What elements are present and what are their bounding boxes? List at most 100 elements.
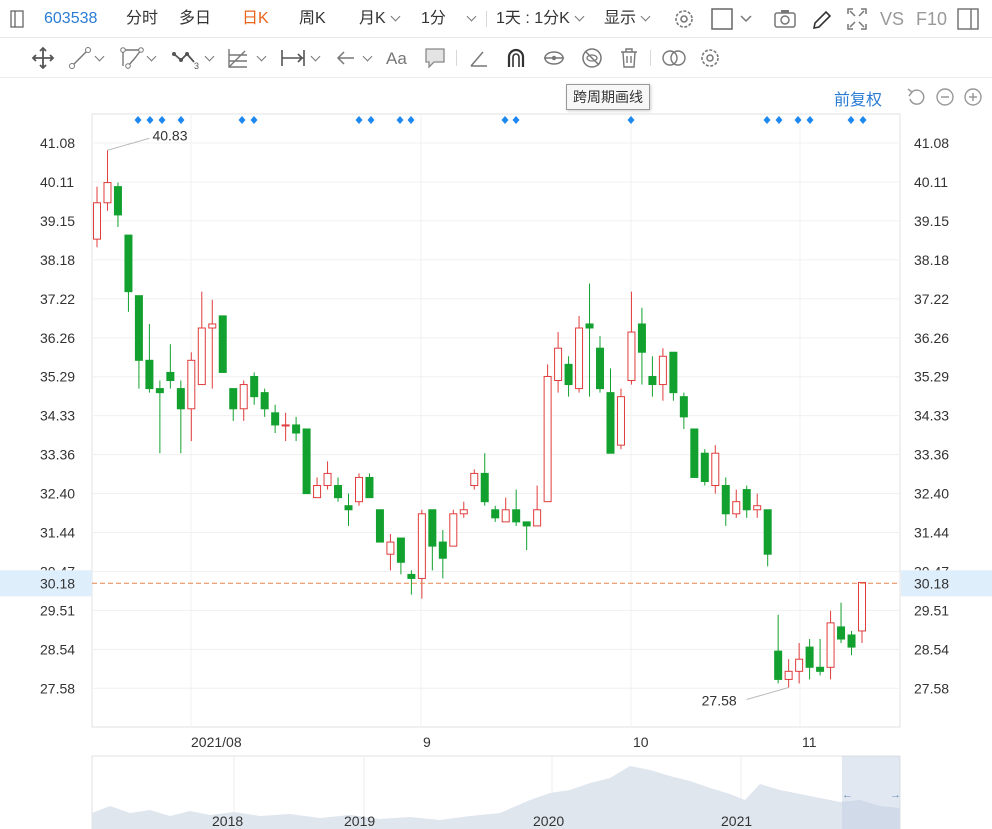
text-tool-icon[interactable]: Aa bbox=[386, 46, 412, 70]
y-tick-label: 32.40 bbox=[40, 486, 75, 502]
move-arrows-icon[interactable] bbox=[30, 46, 56, 70]
candle-body-down bbox=[763, 509, 772, 555]
candle-body-down bbox=[564, 363, 573, 386]
period-dropdown[interactable]: 1天 : 1分K bbox=[496, 0, 585, 38]
hide-drawings-icon[interactable] bbox=[580, 46, 604, 70]
drawing-toolbar: 3 Aa bbox=[0, 38, 992, 78]
candle-body-down bbox=[606, 392, 615, 454]
display-label: 显示 bbox=[604, 10, 637, 27]
range-navigator[interactable]: ← → 2018 2019 2020 2021 bbox=[91, 755, 901, 829]
candle-body-down bbox=[679, 396, 688, 418]
camera-icon[interactable] bbox=[773, 0, 797, 38]
candle-body-up bbox=[354, 476, 363, 503]
candle-body-up bbox=[753, 505, 762, 511]
candle-body-up bbox=[501, 509, 510, 523]
candle-body-down bbox=[218, 315, 227, 373]
candle-body-down bbox=[837, 626, 846, 640]
tab-daily-k[interactable]: 日K bbox=[242, 0, 269, 38]
navigator-year-label: 2020 bbox=[533, 813, 564, 829]
cross-period-icon[interactable] bbox=[542, 46, 566, 70]
y-tick-label: 27.58 bbox=[914, 680, 949, 696]
tab-1min-dropdown[interactable]: 1分 bbox=[421, 0, 477, 38]
chevron-down-icon bbox=[574, 11, 585, 22]
tab-multi-day[interactable]: 多日 bbox=[179, 0, 211, 38]
candle-body-up bbox=[281, 424, 290, 427]
zoom-in-icon[interactable] bbox=[962, 86, 984, 113]
link-circles-icon[interactable] bbox=[660, 46, 688, 70]
x-tick-label: 10 bbox=[633, 734, 649, 750]
pencil-icon[interactable] bbox=[810, 0, 832, 38]
checkbox-dropdown[interactable] bbox=[711, 0, 757, 38]
min-price-label: 27.58 bbox=[702, 692, 737, 708]
magnet-icon[interactable] bbox=[504, 46, 528, 70]
zoom-out-icon[interactable] bbox=[934, 86, 956, 113]
drawing-settings-gear-icon[interactable] bbox=[698, 46, 722, 70]
stock-code[interactable]: 603538 bbox=[44, 0, 97, 38]
channel-tool-icon[interactable] bbox=[120, 46, 160, 70]
fullscreen-icon[interactable] bbox=[846, 0, 868, 38]
arrow-tool-icon[interactable] bbox=[334, 46, 376, 70]
y-tick-label: 28.54 bbox=[914, 641, 949, 657]
y-tick-label: 31.44 bbox=[914, 525, 949, 541]
tab-1min-label: 1分 bbox=[421, 10, 446, 27]
y-tick-label: 28.54 bbox=[40, 641, 75, 657]
f10-button[interactable]: F10 bbox=[916, 0, 947, 38]
sidebar-toggle-icon[interactable] bbox=[10, 0, 24, 38]
trash-icon[interactable] bbox=[618, 46, 640, 70]
y-tick-label: 33.36 bbox=[40, 447, 75, 463]
display-dropdown[interactable]: 显示 bbox=[604, 0, 651, 38]
candle-body-up bbox=[449, 513, 458, 547]
y-tick-label: 34.33 bbox=[40, 408, 75, 424]
tab-intraday[interactable]: 分时 bbox=[126, 0, 158, 38]
chart-background bbox=[0, 78, 992, 829]
x-tick-label: 2021/08 bbox=[191, 734, 242, 750]
y-tick-label: 38.18 bbox=[40, 252, 75, 268]
range-measure-icon[interactable] bbox=[280, 46, 322, 70]
period-label: 1天 : 1分K bbox=[496, 10, 570, 27]
settings-gear-icon[interactable] bbox=[673, 0, 695, 38]
angle-tool-icon[interactable] bbox=[468, 46, 490, 70]
candle-body-down bbox=[690, 428, 699, 478]
line-tool-icon[interactable] bbox=[68, 46, 108, 70]
candle-body-down bbox=[491, 509, 500, 519]
y-tick-label: 37.22 bbox=[40, 291, 75, 307]
comment-icon[interactable] bbox=[424, 46, 446, 70]
candle-body-down bbox=[302, 428, 311, 495]
chevron-down-icon bbox=[390, 11, 401, 22]
candle-body-down bbox=[637, 323, 646, 353]
tab-monthly-k-dropdown[interactable]: 月K bbox=[359, 0, 401, 38]
chevron-down-icon bbox=[362, 51, 373, 62]
candle-body-up bbox=[103, 182, 112, 204]
x-tick-label: 11 bbox=[802, 734, 817, 750]
candle-body-up bbox=[239, 384, 248, 410]
vs-compare-button[interactable]: VS bbox=[880, 0, 904, 38]
fibonacci-tool-icon[interactable] bbox=[226, 46, 270, 70]
y-tick-label: 40.11 bbox=[40, 174, 74, 190]
current-price-label-left: 30.18 bbox=[40, 575, 75, 591]
adjust-mode-button[interactable]: 前复权 bbox=[834, 86, 882, 110]
undo-icon[interactable] bbox=[906, 86, 928, 113]
y-tick-label: 27.58 bbox=[40, 680, 75, 696]
candle-body-down bbox=[155, 388, 164, 394]
candle-body-up bbox=[533, 509, 542, 527]
candle-body-up bbox=[711, 452, 720, 487]
candle-body-down bbox=[648, 375, 657, 386]
candle-body-down bbox=[334, 485, 343, 499]
candle-body-down bbox=[124, 234, 133, 293]
svg-text:Aa: Aa bbox=[386, 49, 407, 68]
y-tick-label: 29.51 bbox=[40, 602, 75, 618]
wave-tool-icon[interactable]: 3 bbox=[172, 46, 218, 70]
candle-body-down bbox=[816, 666, 825, 672]
candle-body-up bbox=[187, 359, 196, 410]
candlestick-chart[interactable]: 41.08 40.11 39.15 38.18 37.22 36.26 35.29 34.33… bbox=[0, 78, 992, 829]
candle-body-down bbox=[250, 375, 259, 398]
tab-weekly-k[interactable]: 周K bbox=[299, 0, 326, 38]
panel-toggle-icon[interactable] bbox=[957, 0, 979, 38]
y-tick-label: 40.11 bbox=[914, 174, 948, 190]
y-tick-label: 32.40 bbox=[914, 486, 949, 502]
y-tick-label: 31.44 bbox=[40, 525, 75, 541]
candle-body-down bbox=[847, 634, 856, 648]
candle-body-down bbox=[134, 295, 143, 361]
candle-body-down bbox=[742, 489, 751, 511]
max-price-label: 40.83 bbox=[152, 127, 187, 143]
